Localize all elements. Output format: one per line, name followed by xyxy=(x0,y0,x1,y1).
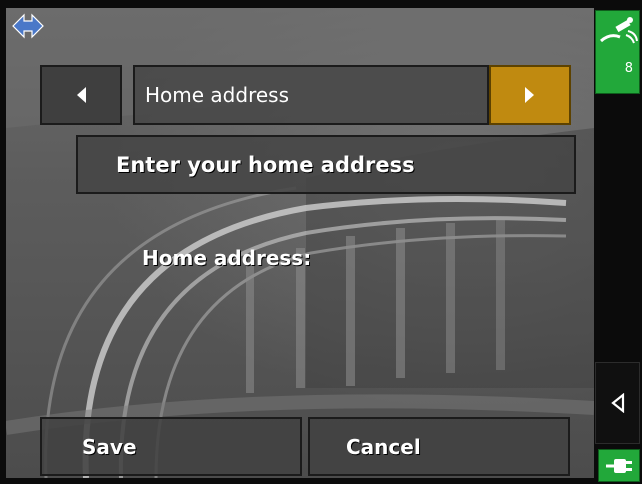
direction-arrows-icon xyxy=(12,13,44,39)
cancel-button[interactable]: Cancel xyxy=(308,417,570,476)
triangle-left-icon xyxy=(610,393,624,413)
back-button[interactable] xyxy=(595,362,640,444)
page-title-field: Home address xyxy=(133,65,489,125)
caret-left-icon xyxy=(77,87,86,103)
satellite-count: 8 xyxy=(624,61,633,76)
gps-status-indicator[interactable]: 8 xyxy=(595,10,640,94)
instruction-text: Enter your home address xyxy=(116,152,415,177)
cancel-button-label: Cancel xyxy=(346,434,421,459)
save-button-label: Save xyxy=(82,434,137,459)
main-screen: Home address Enter your home address Hom… xyxy=(6,8,594,478)
power-plug-icon xyxy=(606,458,632,473)
power-status-indicator[interactable] xyxy=(598,449,640,482)
caret-right-icon xyxy=(525,87,534,103)
home-address-label: Home address: xyxy=(142,246,312,270)
save-button[interactable]: Save xyxy=(40,417,302,476)
page-title: Home address xyxy=(145,83,289,107)
satellite-icon xyxy=(600,17,638,44)
next-button[interactable] xyxy=(489,65,571,125)
previous-button[interactable] xyxy=(40,65,122,125)
instruction-banner: Enter your home address xyxy=(76,135,576,194)
